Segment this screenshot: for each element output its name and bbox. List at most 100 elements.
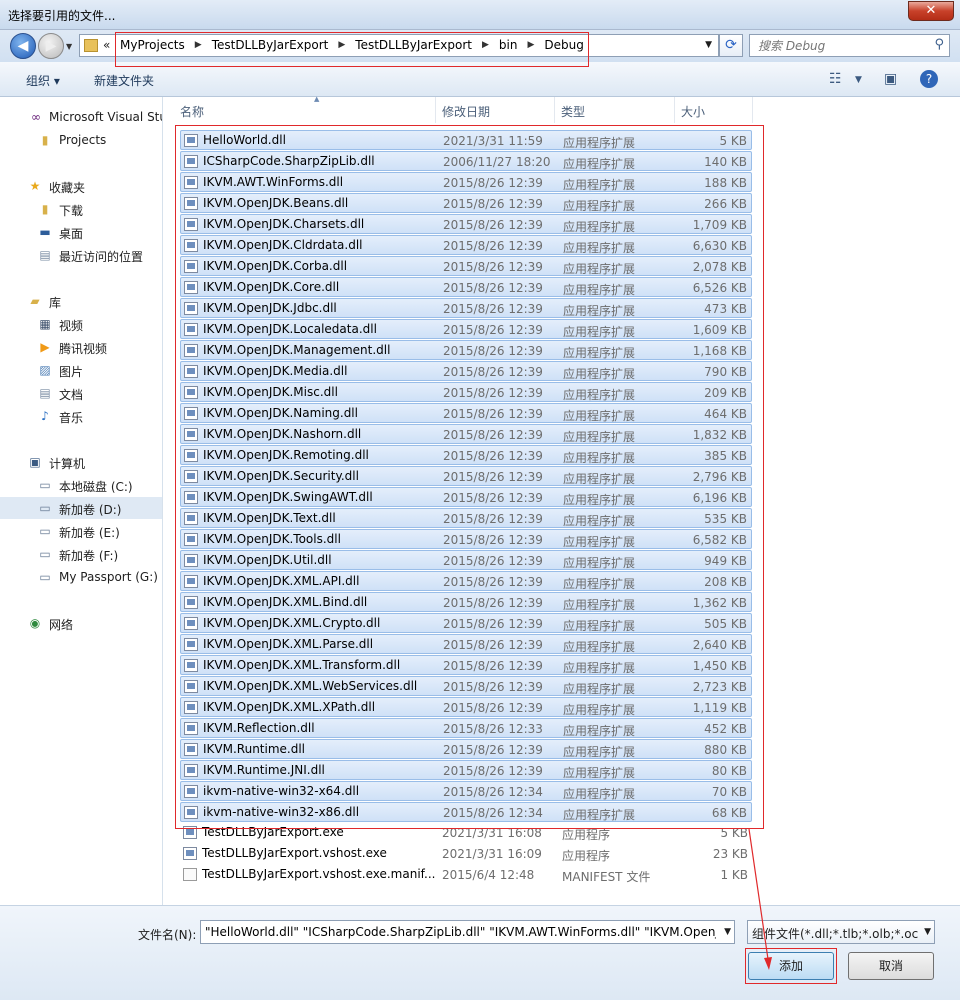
sidebar-item-network[interactable]: ◉ 网络 bbox=[0, 612, 162, 634]
sidebar-item-pictures[interactable]: ▨ 图片 bbox=[0, 359, 162, 381]
sidebar-item-drive-f[interactable]: ▭ 新加卷 (F:) bbox=[0, 543, 162, 565]
file-row[interactable]: IKVM.OpenJDK.Tools.dll 2015/8/26 12:39 应用程… bbox=[180, 529, 752, 549]
breadcrumb-chevron-icon[interactable]: ▶ bbox=[482, 40, 489, 50]
sidebar-item-documents[interactable]: ▤ 文档 bbox=[0, 382, 162, 404]
file-row[interactable]: IKVM.OpenJDK.XML.Bind.dll 2015/8/26 12:39… bbox=[180, 592, 752, 612]
search-icon[interactable]: ⚲ bbox=[934, 37, 944, 52]
file-row[interactable]: IKVM.OpenJDK.Jdbc.dll 2015/8/26 12:39 应用程序… bbox=[180, 298, 752, 318]
refresh-button[interactable]: ⟳ bbox=[719, 34, 743, 57]
forward-button[interactable]: ▶ bbox=[38, 33, 64, 59]
column-header-type[interactable]: 类型 bbox=[555, 97, 675, 123]
sidebar-item-drive-d[interactable]: ▭ 新加卷 (D:) bbox=[0, 497, 162, 519]
column-header-size[interactable]: 大小 bbox=[675, 97, 753, 123]
file-row[interactable]: IKVM.OpenJDK.XML.Crypto.dll 2015/8/26 12:… bbox=[180, 613, 752, 633]
view-options-icon[interactable]: ☷ bbox=[829, 71, 842, 87]
help-icon[interactable]: ? bbox=[920, 70, 938, 88]
sidebar-item-drive-e[interactable]: ▭ 新加卷 (E:) bbox=[0, 520, 162, 542]
file-row[interactable]: IKVM.OpenJDK.SwingAWT.dll 2015/8/26 12:39… bbox=[180, 487, 752, 507]
file-row[interactable]: IKVM.OpenJDK.Text.dll 2015/8/26 12:39 应用程序… bbox=[180, 508, 752, 528]
sidebar-item-drive-c[interactable]: ▭ 本地磁盘 (C:) bbox=[0, 474, 162, 496]
sidebar-item-recent[interactable]: ▤ 最近访问的位置 bbox=[0, 244, 162, 266]
file-row[interactable]: IKVM.AWT.WinForms.dll 2015/8/26 12:39 应用程序… bbox=[180, 172, 752, 192]
sidebar-item-label: 音乐 bbox=[59, 411, 84, 425]
file-row[interactable]: ikvm-native-win32-x86.dll 2015/8/26 12:34… bbox=[180, 802, 752, 822]
filename-combobox[interactable]: ▼ bbox=[200, 920, 735, 944]
preview-pane-icon[interactable]: ▣ bbox=[884, 71, 897, 87]
search-box[interactable]: ⚲ bbox=[749, 34, 950, 57]
file-row[interactable]: IKVM.OpenJDK.XML.API.dll 2015/8/26 12:39 应… bbox=[180, 571, 752, 591]
file-row[interactable]: IKVM.OpenJDK.Remoting.dll 2015/8/26 12:39… bbox=[180, 445, 752, 465]
breadcrumb-item[interactable]: MyProjects bbox=[120, 38, 185, 52]
file-row[interactable]: IKVM.OpenJDK.XML.Parse.dll 2015/8/26 12:3… bbox=[180, 634, 752, 654]
dll-file-icon bbox=[184, 155, 198, 168]
filename-input[interactable] bbox=[201, 921, 716, 943]
file-row[interactable]: IKVM.Runtime.JNI.dll 2015/8/26 12:39 应用程序扩… bbox=[180, 760, 752, 780]
file-row[interactable]: IKVM.OpenJDK.Naming.dll 2015/8/26 12:39 应用… bbox=[180, 403, 752, 423]
view-dropdown-icon[interactable]: ▼ bbox=[855, 75, 862, 85]
add-button[interactable]: 添加 bbox=[748, 952, 834, 980]
file-row[interactable]: IKVM.Reflection.dll 2015/8/26 12:33 应用程序扩展… bbox=[180, 718, 752, 738]
file-row[interactable]: IKVM.OpenJDK.Misc.dll 2015/8/26 12:39 应用程序… bbox=[180, 382, 752, 402]
file-row[interactable]: HelloWorld.dll 2021/3/31 11:59 应用程序扩展 5 KB bbox=[180, 130, 752, 150]
breadcrumb-item[interactable]: Debug bbox=[544, 38, 583, 52]
file-row[interactable]: IKVM.OpenJDK.Core.dll 2015/8/26 12:39 应用程序… bbox=[180, 277, 752, 297]
sidebar-item-downloads[interactable]: ▮ 下载 bbox=[0, 198, 162, 220]
breadcrumb-chevron-icon[interactable]: ▶ bbox=[338, 40, 345, 50]
address-bar[interactable]: « MyProjects ▶ TestDLLByJarExport ▶ Test… bbox=[79, 34, 719, 57]
file-type: 应用程序扩展 bbox=[563, 262, 636, 276]
sidebar-item-tencent-video[interactable]: ▶ 腾讯视频 bbox=[0, 336, 162, 358]
back-button[interactable]: ◀ bbox=[10, 33, 36, 59]
organize-button[interactable]: 组织 ▾ bbox=[26, 72, 60, 89]
file-row[interactable]: TestDLLByJarExport.vshost.exe 2021/3/31 1… bbox=[180, 844, 752, 864]
breadcrumb-item[interactable]: TestDLLByJarExport bbox=[212, 38, 329, 52]
file-row[interactable]: IKVM.OpenJDK.Localedata.dll 2015/8/26 12:… bbox=[180, 319, 752, 339]
file-type-filter[interactable]: 组件文件(*.dll;*.tlb;*.olb;*.ocx; ▼ bbox=[747, 920, 935, 944]
file-row[interactable]: IKVM.OpenJDK.Corba.dll 2015/8/26 12:39 应用程… bbox=[180, 256, 752, 276]
column-header-name[interactable]: ▲ 名称 bbox=[174, 95, 436, 123]
breadcrumb-chevron-icon[interactable]: ▶ bbox=[527, 40, 534, 50]
file-row[interactable]: TestDLLByJarExport.vshost.exe.manif... 20… bbox=[180, 865, 752, 885]
dll-file-icon bbox=[184, 533, 198, 546]
file-row[interactable]: IKVM.OpenJDK.XML.WebServices.dll 2015/8/2… bbox=[180, 676, 752, 696]
sidebar-item-libraries[interactable]: ▰ 库 bbox=[0, 290, 162, 312]
breadcrumb-item[interactable]: bin bbox=[499, 38, 518, 52]
history-dropdown-icon[interactable]: ▼ bbox=[66, 42, 72, 51]
chevron-down-icon[interactable]: ▼ bbox=[724, 927, 731, 937]
file-row[interactable]: IKVM.OpenJDK.Media.dll 2015/8/26 12:39 应用程… bbox=[180, 361, 752, 381]
column-header-date[interactable]: 修改日期 bbox=[436, 97, 555, 123]
sidebar-item-computer[interactable]: ▣ 计算机 bbox=[0, 451, 162, 473]
breadcrumb-overflow[interactable]: « bbox=[103, 38, 110, 52]
file-row[interactable]: TestDLLByJarExport.exe 2021/3/31 16:08 应用程… bbox=[180, 823, 752, 843]
search-input[interactable] bbox=[758, 36, 928, 56]
file-row[interactable]: ICSharpCode.SharpZipLib.dll 2006/11/27 18… bbox=[180, 151, 752, 171]
file-row[interactable]: IKVM.OpenJDK.XML.Transform.dll 2015/8/26 … bbox=[180, 655, 752, 675]
file-row[interactable]: IKVM.OpenJDK.Beans.dll 2015/8/26 12:39 应用程… bbox=[180, 193, 752, 213]
sidebar-item-drive-g[interactable]: ▭ My Passport (G:) bbox=[0, 566, 162, 588]
sidebar-item-videos[interactable]: ▦ 视频 bbox=[0, 313, 162, 335]
sidebar-item-music[interactable]: ♪ 音乐 bbox=[0, 405, 162, 427]
breadcrumb-chevron-icon[interactable]: ▶ bbox=[195, 40, 202, 50]
chevron-down-icon[interactable]: ▼ bbox=[924, 927, 931, 937]
file-row[interactable]: IKVM.OpenJDK.XML.XPath.dll 2015/8/26 12:3… bbox=[180, 697, 752, 717]
file-row[interactable]: IKVM.OpenJDK.Security.dll 2015/8/26 12:39… bbox=[180, 466, 752, 486]
file-name: IKVM.OpenJDK.Cldrdata.dll bbox=[203, 238, 363, 252]
breadcrumb-item[interactable]: TestDLLByJarExport bbox=[355, 38, 472, 52]
file-row[interactable]: IKVM.Runtime.dll 2015/8/26 12:39 应用程序扩展 880… bbox=[180, 739, 752, 759]
file-date: 2015/8/26 12:39 bbox=[443, 680, 543, 694]
file-row[interactable]: IKVM.OpenJDK.Util.dll 2015/8/26 12:39 应用程序… bbox=[180, 550, 752, 570]
new-folder-button[interactable]: 新建文件夹 bbox=[94, 72, 154, 89]
file-row[interactable]: IKVM.OpenJDK.Charsets.dll 2015/8/26 12:39… bbox=[180, 214, 752, 234]
address-dropdown-icon[interactable]: ▼ bbox=[705, 40, 712, 50]
cancel-button[interactable]: 取消 bbox=[848, 952, 934, 980]
close-button[interactable]: ✕ bbox=[908, 1, 954, 21]
file-row[interactable]: ikvm-native-win32-x64.dll 2015/8/26 12:34… bbox=[180, 781, 752, 801]
sidebar-item-projects[interactable]: ▮ Projects bbox=[0, 129, 162, 151]
dll-file-icon bbox=[184, 344, 198, 357]
file-row[interactable]: IKVM.OpenJDK.Nashorn.dll 2015/8/26 12:39 应… bbox=[180, 424, 752, 444]
file-size: 188 KB bbox=[704, 176, 747, 190]
sidebar-item-visual-studio[interactable]: ∞ Microsoft Visual Stu bbox=[0, 106, 162, 128]
sidebar-item-favorites[interactable]: ★ 收藏夹 bbox=[0, 175, 162, 197]
file-row[interactable]: IKVM.OpenJDK.Management.dll 2015/8/26 12:… bbox=[180, 340, 752, 360]
sidebar-item-desktop[interactable]: ▬ 桌面 bbox=[0, 221, 162, 243]
file-row[interactable]: IKVM.OpenJDK.Cldrdata.dll 2015/8/26 12:39… bbox=[180, 235, 752, 255]
